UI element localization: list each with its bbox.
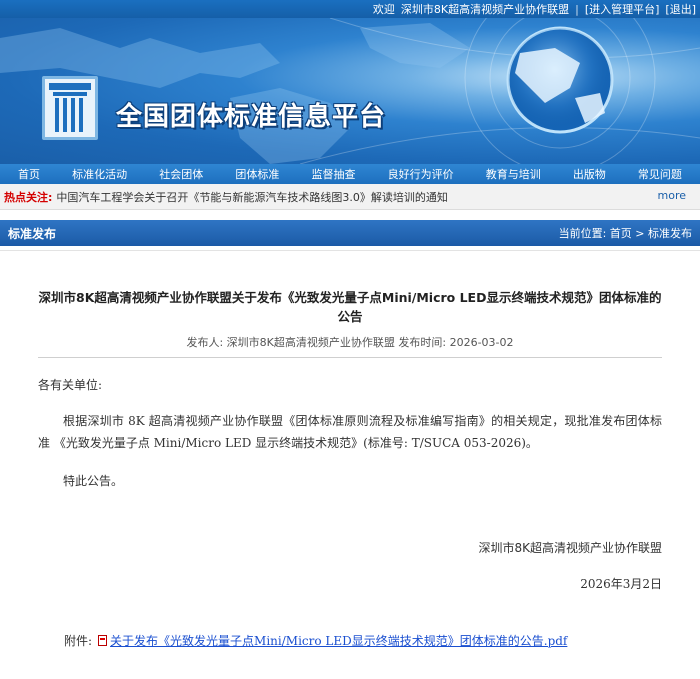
- more-link[interactable]: more: [658, 189, 687, 202]
- nav-item-standardization[interactable]: 标准化活动: [72, 166, 127, 182]
- hot-topics-bar: 热点关注: 中国汽车工程学会关于召开《节能与新能源汽车技术路线图3.0》解读培训…: [0, 184, 700, 210]
- world-map-graphic: [0, 18, 700, 164]
- breadcrumb: 当前位置: 首页 > 标准发布: [558, 227, 692, 240]
- site-title: 全国团体标准信息平台: [116, 102, 387, 132]
- article-body: 根据深圳市 8K 超高清视频产业协作联盟《团体标准原则流程及标准编写指南》的相关…: [38, 414, 662, 450]
- nav-item-inspection[interactable]: 监督抽查: [311, 166, 355, 182]
- hot-news-link[interactable]: 中国汽车工程学会关于召开《节能与新能源汽车技术路线图3.0》解读培训的通知: [56, 189, 448, 205]
- signature-date: 2026年3月2日: [580, 577, 662, 591]
- banner: 全国团体标准信息平台: [0, 18, 700, 164]
- main-nav: 首页 标准化活动 社会团体 团体标准 监督抽查 良好行为评价 教育与培训 出版物…: [0, 164, 700, 184]
- nav-item-training[interactable]: 教育与培训: [486, 166, 541, 182]
- signature: 深圳市8K超高清视频产业协作联盟: [478, 541, 662, 555]
- nav-item-evaluation[interactable]: 良好行为评价: [388, 166, 454, 182]
- user-name: 深圳市8K超高清视频产业协作联盟: [400, 3, 570, 16]
- closing-text: 特此公告。: [63, 474, 124, 488]
- divider: [38, 357, 662, 358]
- article-meta: 发布人: 深圳市8K超高清视频产业协作联盟 发布时间: 2026-03-02: [186, 336, 514, 349]
- greeting: 各有关单位:: [38, 378, 103, 392]
- logout-link[interactable]: [退出]: [665, 1, 696, 17]
- admin-link[interactable]: [进入管理平台]: [585, 1, 660, 17]
- nav-item-faq[interactable]: 常见问题: [638, 166, 682, 182]
- logo-icon: [42, 76, 98, 140]
- welcome-text: 欢迎: [372, 3, 395, 16]
- attachment-label: 附件:: [64, 634, 93, 648]
- section-header: 标准发布 当前位置: 首页 > 标准发布: [0, 220, 700, 246]
- article-title: 深圳市8K超高清视频产业协作联盟关于发布《光致发光量子点Mini/Micro L…: [38, 290, 662, 324]
- hot-label: 热点关注:: [4, 190, 53, 204]
- pdf-icon: [98, 635, 108, 646]
- nav-item-organizations[interactable]: 社会团体: [159, 166, 203, 182]
- nav-item-publications[interactable]: 出版物: [573, 166, 606, 182]
- nav-item-group-standards[interactable]: 团体标准: [235, 166, 279, 182]
- top-bar: 欢迎 深圳市8K超高清视频产业协作联盟 | [进入管理平台] [退出]: [0, 0, 700, 18]
- section-title: 标准发布: [8, 226, 57, 241]
- separator: |: [575, 2, 579, 16]
- nav-item-home[interactable]: 首页: [18, 166, 40, 182]
- attachment-row: 附件: 关于发布《光致发光量子点Mini/Micro LED显示终端技术规范》团…: [64, 632, 567, 649]
- attachment-link[interactable]: 关于发布《光致发光量子点Mini/Micro LED显示终端技术规范》团体标准的…: [110, 632, 567, 649]
